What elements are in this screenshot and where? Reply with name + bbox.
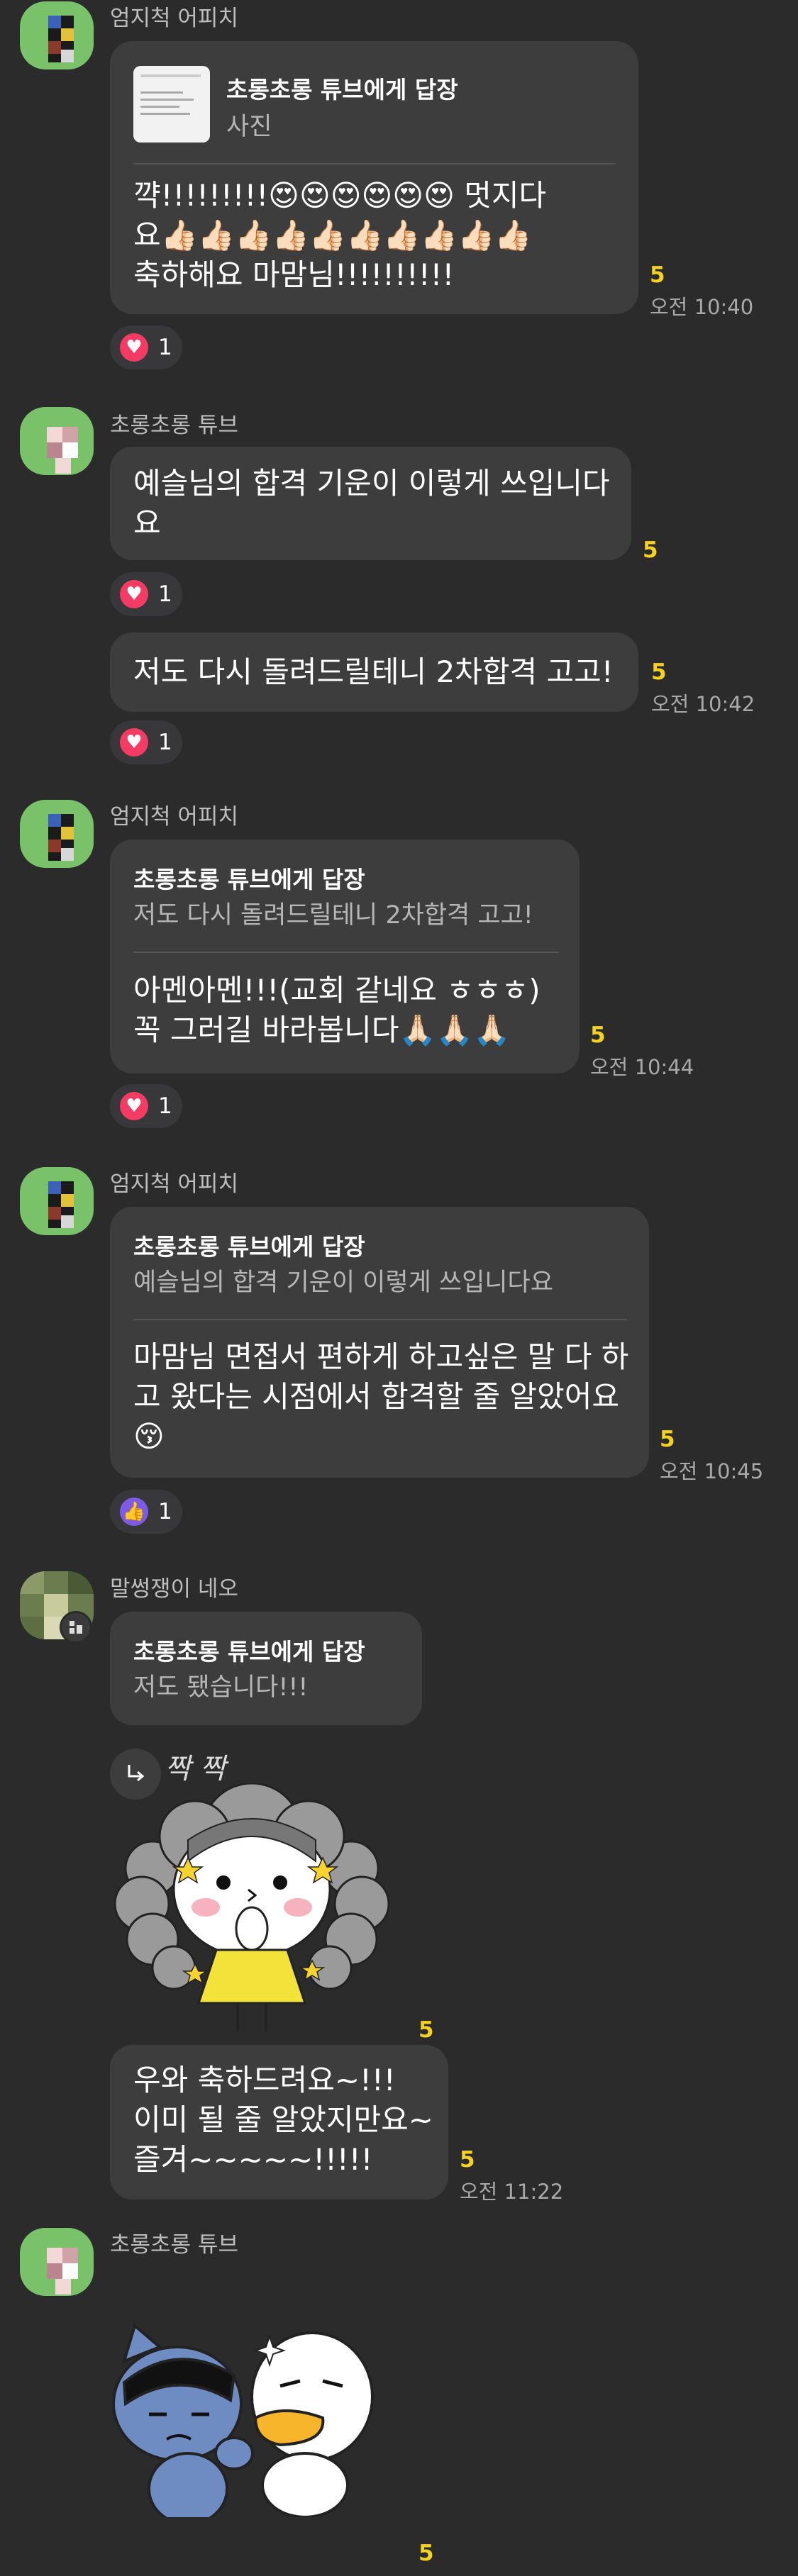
unread-count: 5	[660, 1427, 675, 1452]
message-bubble[interactable]: 저도 다시 돌려드릴테니 2차합격 고고!	[110, 632, 638, 712]
timestamp: 오전 10:42	[651, 692, 755, 716]
girl-clapping-sticker[interactable]	[110, 1783, 394, 2042]
reply-divider	[133, 952, 559, 953]
reply-title: 초롱초롱 튜브에게 답장	[226, 76, 458, 104]
avatar-apeach[interactable]	[20, 1, 94, 69]
reaction-count: 1	[158, 335, 172, 360]
reply-quote: 사진	[226, 113, 272, 141]
message-text: 저도 다시 돌려드릴테니 2차합격 고고!	[133, 654, 614, 689]
sender-name: 말썽쟁이 네오	[110, 1576, 238, 1602]
message-text: 꺅!!!!!!!!!😍😍😍😍😍😍 멋지다 요👍🏻👍🏻👍🏻👍🏻👍🏻👍🏻👍🏻👍🏻👍🏻…	[133, 178, 547, 292]
reply-quote: 저도 다시 돌려드릴테니 2차합격 고고!	[133, 901, 533, 930]
reply-title: 초롱초롱 튜브에게 답장	[133, 1638, 365, 1666]
message-text: 마맘님 면접서 편하게 하고싶은 말 다 하 고 왔다는 시점에서 합격할 줄 …	[133, 1339, 629, 1454]
heart-icon: ♥	[120, 580, 148, 608]
reaction-count: 1	[158, 1093, 172, 1119]
sender-name: 엄지척 어피치	[110, 6, 238, 31]
reply-message-bubble[interactable]: 초롱초롱 튜브에게 답장 예슬님의 합격 기운이 이렇게 쓰입니다요 마맘님 면…	[110, 1207, 649, 1478]
avatar-tube[interactable]	[20, 2228, 94, 2296]
reply-divider	[133, 1319, 627, 1320]
message-bubble[interactable]: 우와 축하드려요~!!! 이미 될 줄 알았지만요~ 즐겨~~~~~!!!!!	[110, 2045, 448, 2199]
unread-count: 5	[419, 2017, 434, 2043]
reply-quote: 예슬님의 합격 기운이 이렇게 쓰입니다요	[133, 1269, 553, 1297]
photo-thumbnail[interactable]	[133, 66, 210, 143]
unread-count: 5	[643, 537, 658, 563]
heart-icon: ♥	[120, 1092, 148, 1120]
sticker-caption: 짝 짝	[165, 1753, 226, 1785]
avatar-apeach[interactable]	[20, 1167, 94, 1235]
reaction-badge[interactable]: 👍 1	[110, 1490, 182, 1534]
timestamp: 오전 10:45	[660, 1459, 764, 1483]
reply-quote: 저도 됐습니다!!!	[133, 1673, 309, 1702]
sender-name: 초롱초롱 튜브	[110, 413, 238, 438]
avatar-tube[interactable]	[20, 407, 94, 475]
sender-name: 엄지척 어피치	[110, 804, 238, 830]
kakao-friends-sticker[interactable]	[110, 2319, 408, 2517]
reply-title: 초롱초롱 튜브에게 답장	[133, 866, 365, 893]
reaction-badge[interactable]: ♥ 1	[110, 325, 182, 369]
timestamp: 오전 10:44	[590, 1055, 694, 1079]
message-bubble[interactable]: 예슬님의 합격 기운이 이렇게 쓰입니다 요	[110, 447, 631, 560]
reply-message-bubble[interactable]: 초롱초롱 튜브에게 답장 저도 다시 돌려드릴테니 2차합격 고고! 아멘아멘!…	[110, 840, 580, 1074]
unread-count: 5	[460, 2147, 475, 2173]
sender-name: 엄지척 어피치	[110, 1171, 238, 1197]
reaction-badge[interactable]: ♥ 1	[110, 1084, 182, 1128]
reaction-count: 1	[158, 581, 172, 607]
timestamp: 오전 10:40	[650, 295, 754, 319]
message-text: 예슬님의 합격 기운이 이렇게 쓰입니다 요	[133, 466, 610, 540]
reaction-badge[interactable]: ♥ 1	[110, 572, 182, 616]
timestamp: 오전 11:22	[460, 2180, 564, 2204]
unread-count: 5	[650, 262, 665, 288]
reaction-count: 1	[158, 730, 172, 755]
unread-count: 5	[651, 659, 667, 685]
heart-icon: ♥	[120, 728, 148, 757]
unread-count: 5	[419, 2541, 434, 2566]
message-text: 아멘아멘!!!(교회 같네요 ㅎㅎㅎ) 꼭 그러길 바라봅니다🙏🏻🙏🏻🙏🏻	[133, 973, 541, 1047]
message-text: 우와 축하드려요~!!! 이미 될 줄 알았지만요~ 즐겨~~~~~!!!!!	[133, 2063, 434, 2177]
reply-divider	[133, 163, 616, 165]
reaction-count: 1	[158, 1499, 172, 1524]
unread-count: 5	[590, 1022, 606, 1048]
reply-message-bubble[interactable]: 초롱초롱 튜브에게 답장 저도 됐습니다!!!	[110, 1612, 422, 1725]
avatar-apeach[interactable]	[20, 800, 94, 868]
sender-name: 초롱초롱 튜브	[110, 2232, 238, 2258]
reaction-badge[interactable]: ♥ 1	[110, 720, 182, 764]
heart-icon: ♥	[120, 333, 148, 362]
reply-title: 초롱초롱 튜브에게 답장	[133, 1233, 365, 1261]
grid-badge-icon	[60, 1611, 92, 1644]
reply-message-bubble[interactable]: 초롱초롱 튜브에게 답장 사진 꺅!!!!!!!!!😍😍😍😍😍😍 멋지다 요👍🏻…	[110, 41, 638, 314]
thumbs-up-icon: 👍	[120, 1498, 148, 1526]
